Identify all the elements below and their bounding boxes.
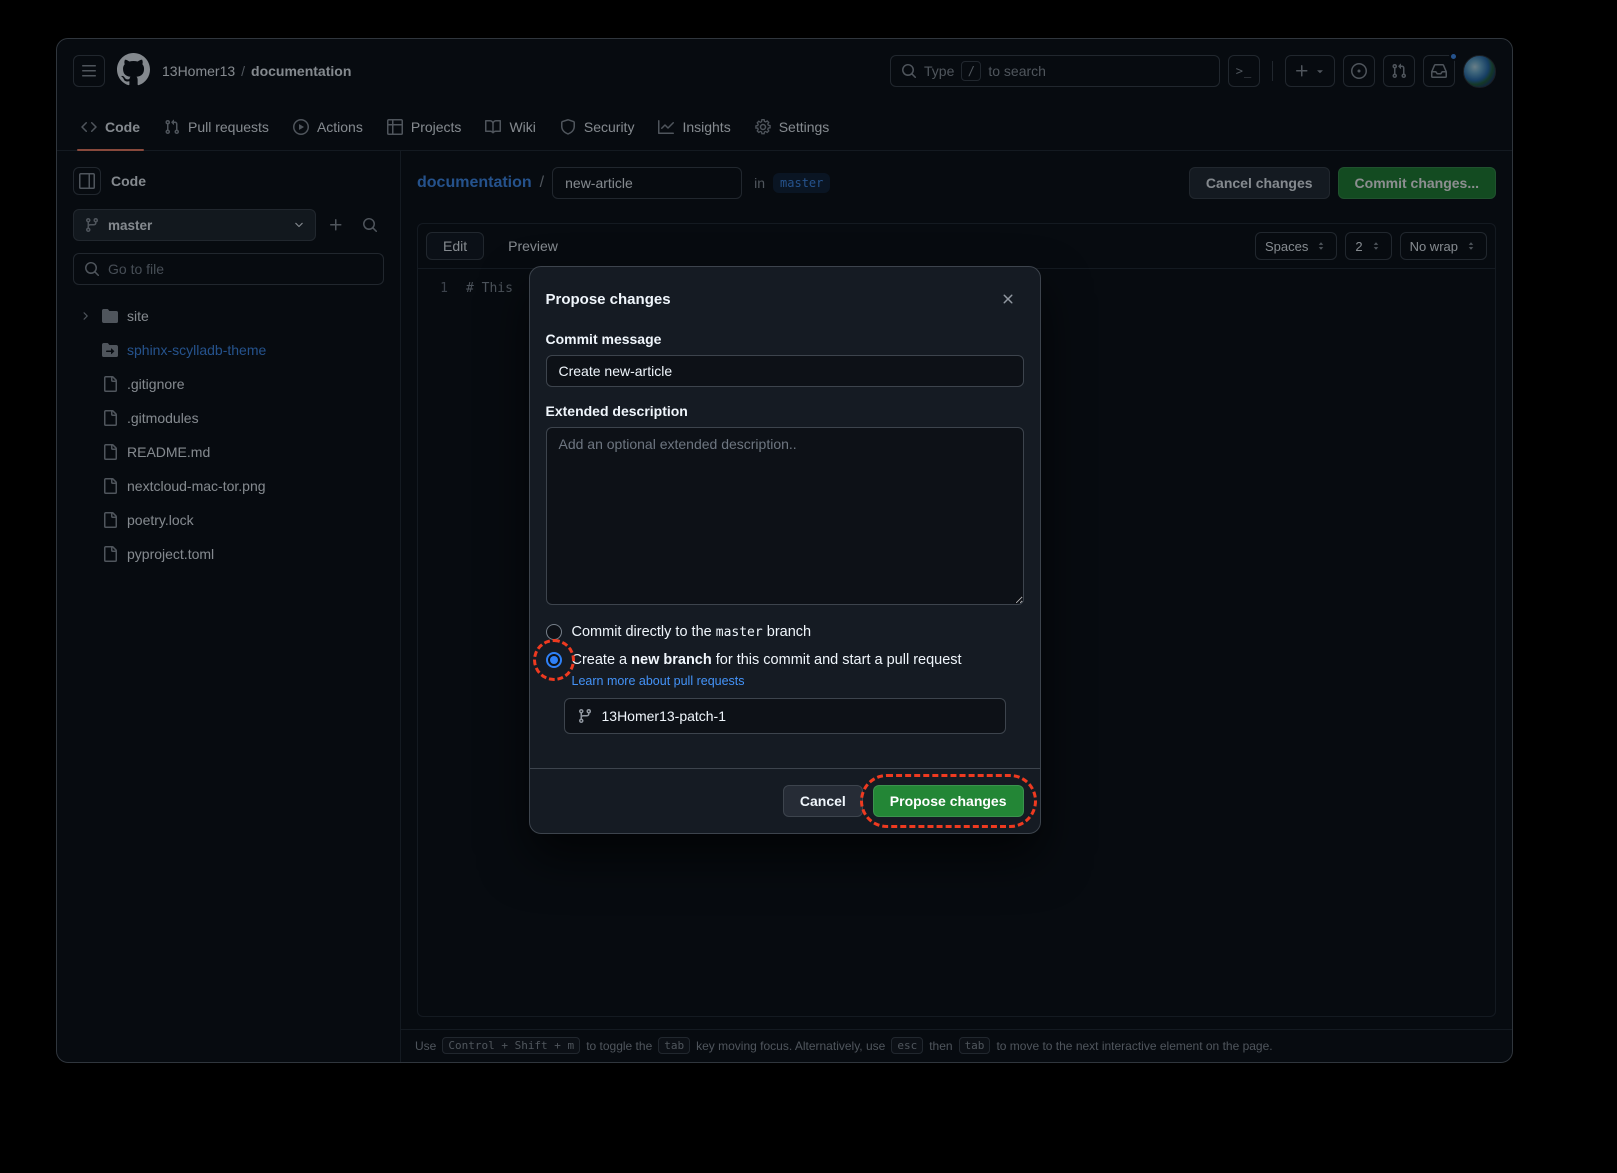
propose-changes-button[interactable]: Propose changes [873, 785, 1024, 817]
branch-name-code: master [716, 625, 763, 640]
desktop-background: { "header": { "owner": "13Homer13", "sep… [0, 0, 1617, 1173]
learn-more-link[interactable]: Learn more about pull requests [572, 674, 745, 688]
github-window: 13Homer13 / documentation Type / to sear… [56, 38, 1513, 1063]
create-branch-radio[interactable] [546, 652, 562, 668]
propose-changes-dialog: Propose changes Commit message Extended … [529, 266, 1041, 834]
close-dialog-button[interactable] [992, 283, 1024, 315]
create-branch-option[interactable]: Create a new branch for this commit and … [546, 652, 1024, 668]
commit-direct-radio[interactable] [546, 624, 562, 640]
new-branch-name-field[interactable] [564, 698, 1006, 734]
commit-direct-option[interactable]: Commit directly to the master branch [546, 624, 1024, 640]
commit-message-label: Commit message [546, 331, 1024, 347]
dialog-title: Propose changes [546, 291, 671, 308]
cancel-button[interactable]: Cancel [783, 785, 863, 817]
extended-description-textarea[interactable] [546, 427, 1024, 605]
close-icon [1000, 291, 1016, 307]
commit-message-input[interactable] [546, 355, 1024, 387]
git-branch-icon [577, 708, 593, 724]
new-branch-name-input[interactable] [602, 708, 993, 724]
extended-description-label: Extended description [546, 403, 1024, 419]
